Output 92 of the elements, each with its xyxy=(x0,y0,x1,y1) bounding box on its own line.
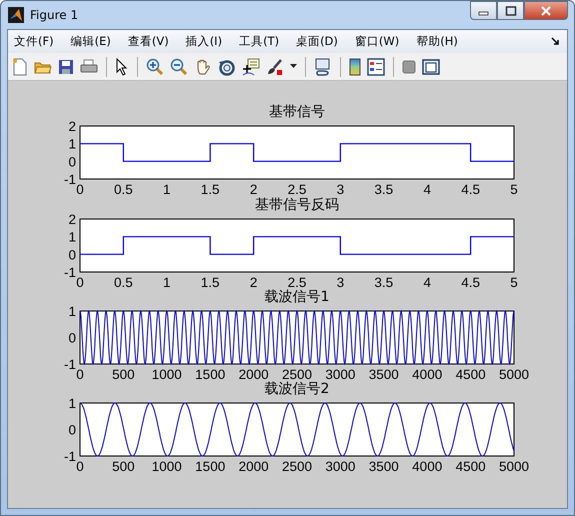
tick-label: 2500 xyxy=(282,367,312,382)
tick-label: 4.5 xyxy=(461,275,480,290)
tick-label: 0 xyxy=(76,367,84,382)
tick-label: 0 xyxy=(76,459,84,474)
tick-label: 1 xyxy=(163,182,171,197)
tick-label: 3.5 xyxy=(374,182,394,197)
tick-label: 2500 xyxy=(282,459,312,474)
tick-label: 1.5 xyxy=(200,275,220,290)
tick-label: 500 xyxy=(112,459,135,474)
tick-label: 5 xyxy=(510,182,518,197)
window-icon[interactable] xyxy=(422,58,440,74)
tick-label: -1 xyxy=(64,172,76,187)
menu-item[interactable]: 文件(F) xyxy=(14,34,54,49)
tick-label: 2 xyxy=(250,275,258,290)
minimize-button[interactable] xyxy=(470,1,497,20)
tick-label: 3000 xyxy=(325,459,356,474)
brush-icon[interactable] xyxy=(266,58,284,76)
tick-label: 0 xyxy=(68,330,76,346)
colorbar-icon[interactable] xyxy=(349,58,361,76)
tick-label: 2.5 xyxy=(288,182,306,197)
tick-label: -1 xyxy=(64,265,76,280)
tick-label: 3 xyxy=(336,275,344,290)
menu-item[interactable]: 帮助(H) xyxy=(416,34,458,49)
tick-label: 1 xyxy=(68,136,76,152)
tick-label: 2 xyxy=(68,212,76,227)
tick-label: 5000 xyxy=(498,459,530,474)
tick-label: 1 xyxy=(68,230,76,245)
logo-icon xyxy=(8,7,24,23)
tick-label: 1 xyxy=(68,396,76,411)
tick-label: 0 xyxy=(68,247,76,262)
tick-label: 0 xyxy=(76,182,84,197)
pointer-icon[interactable] xyxy=(115,58,129,76)
maximize-icon xyxy=(504,6,516,16)
maximize-button[interactable] xyxy=(497,1,524,20)
window-title: Figure 1 xyxy=(30,8,78,22)
tick-label: 1500 xyxy=(195,459,226,474)
print-icon[interactable] xyxy=(80,58,98,74)
save-icon[interactable] xyxy=(58,58,74,74)
zoom-out-icon[interactable] xyxy=(170,58,188,76)
caret-icon[interactable] xyxy=(290,64,297,69)
tick-label: 3500 xyxy=(368,459,399,474)
menu-item[interactable]: 查看(V) xyxy=(128,34,169,49)
tick-label: 4000 xyxy=(412,459,442,474)
tick-label: 4500 xyxy=(456,459,486,474)
tick-label: 4 xyxy=(423,182,431,197)
menu-item[interactable]: 编辑(E) xyxy=(70,34,111,49)
tick-label: 2.5 xyxy=(288,275,306,290)
chart-title: 载波信号2 xyxy=(264,381,330,397)
tick-label: 1.5 xyxy=(200,182,220,197)
tick-label: 1000 xyxy=(152,459,182,474)
tick-label: 3 xyxy=(336,182,344,197)
tick-label: 2000 xyxy=(238,459,269,474)
tick-label: 3000 xyxy=(325,367,356,382)
menu-item[interactable]: 桌面(D) xyxy=(296,34,338,49)
tick-label: 4500 xyxy=(456,367,486,382)
tick-label: 1500 xyxy=(195,367,226,382)
dock-arrow-icon[interactable] xyxy=(551,37,560,46)
tick-label: 4000 xyxy=(412,367,442,382)
chart-title: 基带信号反码 xyxy=(255,197,339,213)
tick-label: 0 xyxy=(76,275,84,290)
tick-label: 0 xyxy=(68,422,76,438)
tick-label: 5 xyxy=(510,275,518,290)
tick-label: 3.5 xyxy=(374,275,394,290)
menu-item[interactable]: 工具(T) xyxy=(239,34,280,49)
tick-label: 4 xyxy=(423,275,431,290)
data-cursor-icon[interactable] xyxy=(242,58,260,76)
tick-label: 1 xyxy=(163,275,171,290)
new-file-icon[interactable] xyxy=(12,58,28,76)
tick-label: -1 xyxy=(64,357,76,372)
tick-label: 500 xyxy=(112,367,135,382)
tick-label: 5000 xyxy=(498,367,530,382)
tick-label: 4.5 xyxy=(461,182,480,197)
chart-title: 载波信号1 xyxy=(264,289,330,305)
menu-item[interactable]: 窗口(W) xyxy=(354,34,400,49)
rotate-icon[interactable] xyxy=(218,58,236,76)
tick-label: 0 xyxy=(68,154,76,170)
tick-label: 2 xyxy=(250,182,258,197)
menu-item[interactable]: 插入(I) xyxy=(186,34,222,49)
legend-icon[interactable] xyxy=(367,58,385,76)
tick-label: 1000 xyxy=(152,367,182,382)
tick-label: 3500 xyxy=(368,367,399,382)
close-button[interactable] xyxy=(524,1,568,20)
zoom-in-icon[interactable] xyxy=(146,58,164,76)
tick-label: 0.5 xyxy=(114,182,133,197)
chart-title: 基带信号 xyxy=(269,104,325,120)
close-icon xyxy=(540,6,552,16)
tick-label: -1 xyxy=(64,449,76,464)
tick-label: 2000 xyxy=(238,367,269,382)
tick-label: 2 xyxy=(68,119,76,134)
square-icon[interactable] xyxy=(402,60,416,74)
tick-label: 1 xyxy=(68,304,76,319)
tick-label: 0.5 xyxy=(114,275,133,290)
